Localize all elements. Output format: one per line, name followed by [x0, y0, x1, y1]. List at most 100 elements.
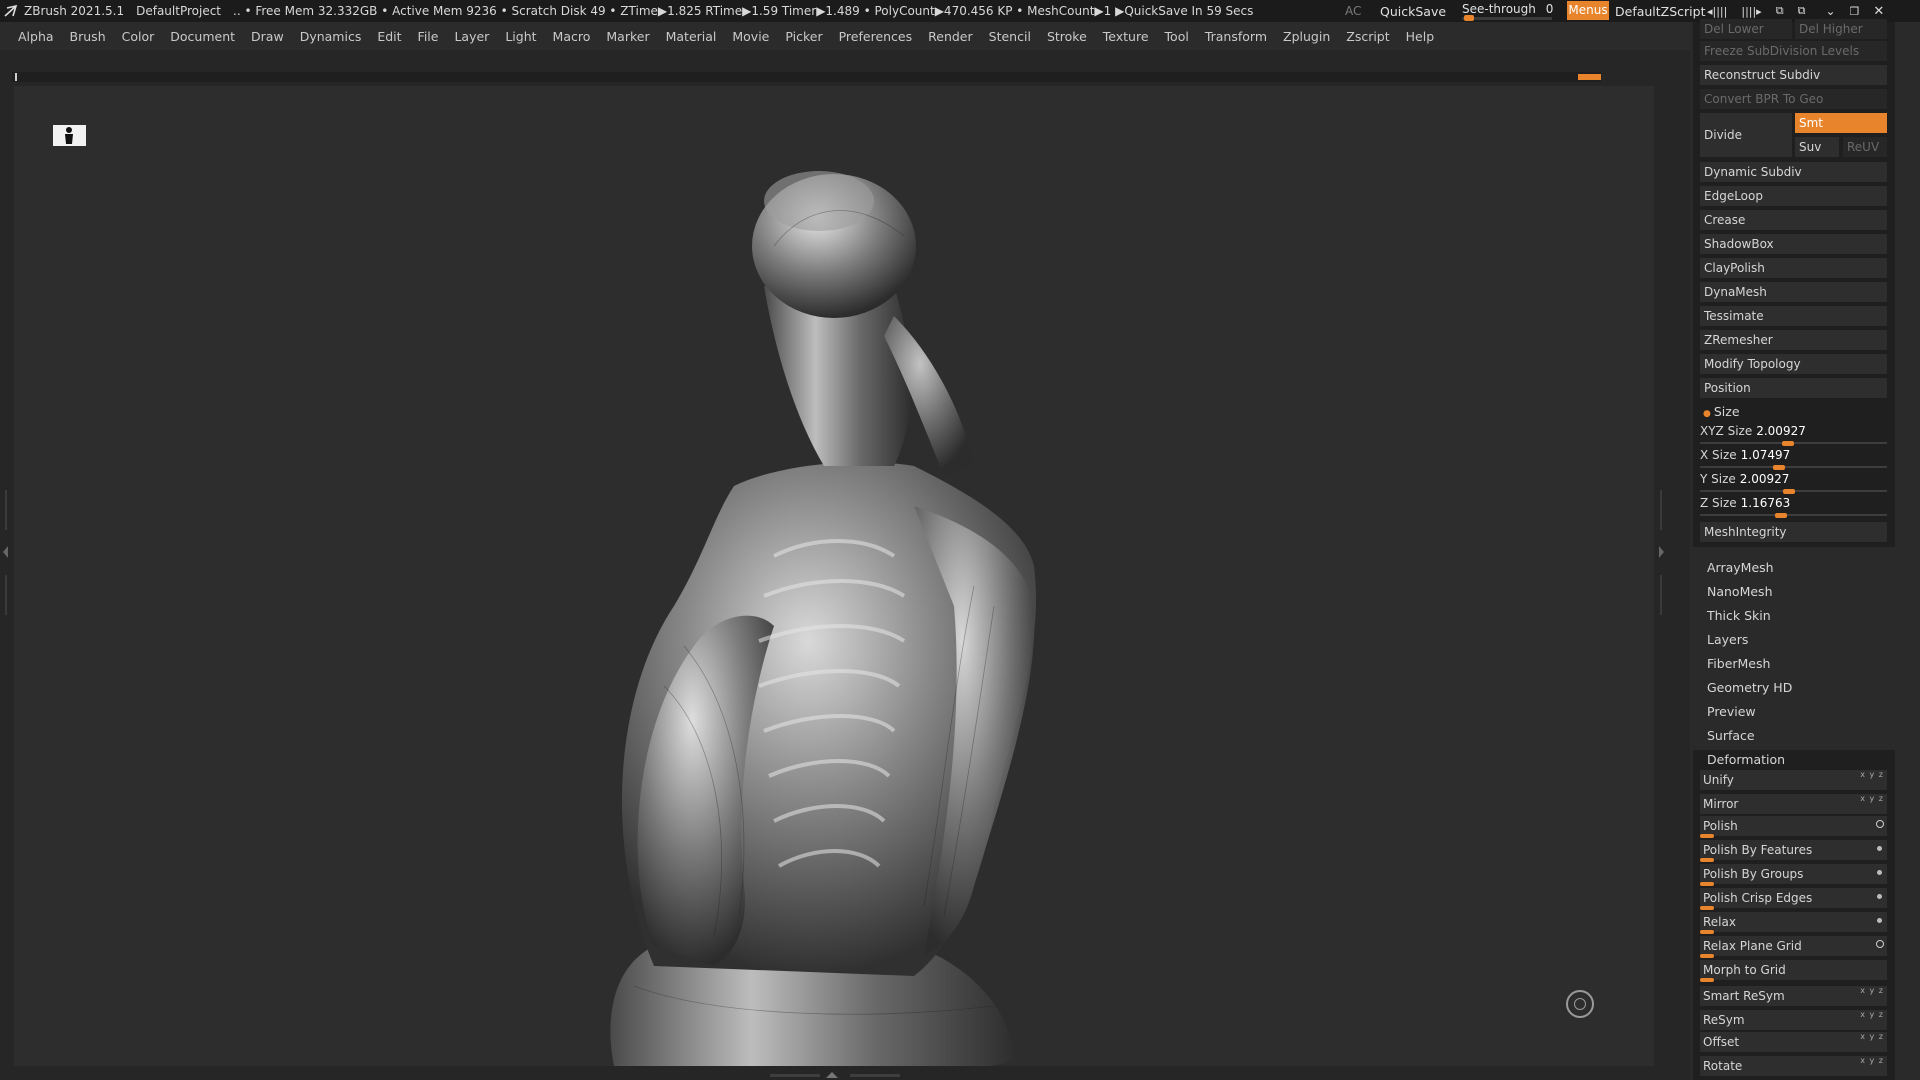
freeze-subdivision-button[interactable]: Freeze SubDivision Levels — [1700, 41, 1887, 61]
geometry-dynamic-subdiv-button[interactable]: Dynamic Subdiv — [1700, 162, 1887, 182]
menu-tool[interactable]: Tool — [1165, 29, 1189, 44]
suv-toggle[interactable]: Suv — [1795, 137, 1839, 157]
geometry-tessimate-button[interactable]: Tessimate — [1700, 306, 1887, 326]
quicksave-button[interactable]: QuickSave — [1380, 0, 1446, 22]
menu-stroke[interactable]: Stroke — [1047, 29, 1087, 44]
deformation-morph-to-grid[interactable]: Morph to Grid — [1700, 960, 1887, 982]
menu-marker[interactable]: Marker — [606, 29, 649, 44]
geometry-modify-topology-button[interactable]: Modify Topology — [1700, 354, 1887, 374]
deformation-unify[interactable]: Unify x y z — [1700, 770, 1887, 792]
deformation-polish-by-groups[interactable]: Polish By Groups — [1700, 864, 1887, 886]
geometry-shadowbox-button[interactable]: ShadowBox — [1700, 234, 1887, 254]
menu-brush[interactable]: Brush — [70, 29, 106, 44]
menu-stencil[interactable]: Stencil — [989, 29, 1031, 44]
deformation-title[interactable]: Deformation — [1707, 752, 1785, 767]
menu-texture[interactable]: Texture — [1103, 29, 1149, 44]
menu-zscript[interactable]: Zscript — [1346, 29, 1389, 44]
menu-macro[interactable]: Macro — [553, 29, 591, 44]
swap-layout-icon[interactable]: ⧉ — [1776, 4, 1784, 18]
xyz-axis-icon[interactable]: x y z — [1860, 1032, 1884, 1041]
reconstruct-subdiv-button[interactable]: Reconstruct Subdiv — [1700, 65, 1887, 85]
project-name[interactable]: DefaultProject — [136, 4, 221, 18]
size-slider-knob[interactable] — [1775, 513, 1787, 518]
menu-material[interactable]: Material — [666, 29, 717, 44]
subpalette-thick-skin[interactable]: Thick Skin — [1707, 608, 1771, 623]
xyz-axis-icon[interactable]: x y z — [1860, 794, 1884, 803]
geometry-crease-button[interactable]: Crease — [1700, 210, 1887, 230]
menu-document[interactable]: Document — [170, 29, 235, 44]
dot-icon[interactable] — [1877, 918, 1882, 923]
menu-render[interactable]: Render — [928, 29, 973, 44]
deformation-polish-crisp-edges[interactable]: Polish Crisp Edges — [1700, 888, 1887, 910]
deformation-relax-plane-grid[interactable]: Relax Plane Grid — [1700, 936, 1887, 958]
size-section-title[interactable]: ● Size — [1703, 404, 1740, 419]
deformation-polish[interactable]: Polish — [1700, 816, 1887, 838]
geometry-edgeloop-button[interactable]: EdgeLoop — [1700, 186, 1887, 206]
reuv-toggle[interactable]: ReUV — [1843, 137, 1887, 157]
menu-help[interactable]: Help — [1406, 29, 1435, 44]
geometry-claypolish-button[interactable]: ClayPolish — [1700, 258, 1887, 278]
perspective-figure-icon[interactable] — [53, 125, 86, 146]
menu-draw[interactable]: Draw — [251, 29, 284, 44]
meshintegrity-button[interactable]: MeshIntegrity — [1700, 522, 1887, 542]
right-tray-grip-icon[interactable] — [1658, 490, 1664, 615]
smt-toggle[interactable]: Smt — [1795, 113, 1887, 133]
deformation-relax[interactable]: Relax — [1700, 912, 1887, 934]
zscript-button[interactable]: DefaultZScript — [1615, 0, 1706, 22]
canvas-viewport[interactable] — [14, 86, 1654, 1080]
deformation-offset[interactable]: Offset x y z — [1700, 1032, 1887, 1054]
menu-edit[interactable]: Edit — [377, 29, 401, 44]
deformation-slider-knob[interactable] — [1700, 930, 1714, 934]
del-lower-button[interactable]: Del Lower — [1700, 19, 1792, 39]
layout-next-icon[interactable]: ||||▸ — [1741, 5, 1761, 18]
size-slider-knob[interactable] — [1782, 441, 1794, 446]
left-tray-grip-icon[interactable] — [3, 490, 9, 615]
geometry-position-button[interactable]: Position — [1700, 378, 1887, 398]
menu-layer[interactable]: Layer — [454, 29, 489, 44]
del-higher-button[interactable]: Del Higher — [1795, 19, 1887, 39]
menu-picker[interactable]: Picker — [785, 29, 822, 44]
size-slider[interactable]: Z Size 1.16763 — [1700, 496, 1887, 518]
deformation-polish-by-features[interactable]: Polish By Features — [1700, 840, 1887, 862]
timeline-marker[interactable] — [1578, 74, 1601, 80]
menu-preferences[interactable]: Preferences — [839, 29, 913, 44]
deformation-slider-knob[interactable] — [1700, 906, 1714, 910]
xyz-axis-icon[interactable]: x y z — [1860, 1056, 1884, 1065]
size-slider[interactable]: XYZ Size 2.00927 — [1700, 424, 1887, 446]
subpalette-preview[interactable]: Preview — [1707, 704, 1756, 719]
see-through-slider[interactable]: See-through 0 — [1462, 2, 1558, 21]
menu-transform[interactable]: Transform — [1205, 29, 1267, 44]
subpalette-fibermesh[interactable]: FiberMesh — [1707, 656, 1770, 671]
see-through-knob[interactable] — [1464, 15, 1474, 21]
menu-zplugin[interactable]: Zplugin — [1283, 29, 1330, 44]
maximize-icon[interactable]: ❐ — [1850, 5, 1860, 18]
dot-icon[interactable] — [1877, 870, 1882, 875]
layout-prev-icon[interactable]: ◂|||| — [1707, 5, 1727, 18]
size-slider[interactable]: Y Size 2.00927 — [1700, 472, 1887, 494]
subpalette-geometry-hd[interactable]: Geometry HD — [1707, 680, 1792, 695]
subpalette-layers[interactable]: Layers — [1707, 632, 1748, 647]
menu-file[interactable]: File — [418, 29, 439, 44]
menu-alpha[interactable]: Alpha — [18, 29, 54, 44]
convert-bpr-button[interactable]: Convert BPR To Geo — [1700, 89, 1887, 109]
deformation-slider-knob[interactable] — [1700, 882, 1714, 886]
minimize-icon[interactable]: ⌄ — [1825, 4, 1835, 18]
timeline-strip[interactable] — [12, 72, 1601, 82]
subpalette-surface[interactable]: Surface — [1707, 728, 1755, 743]
deformation-resym[interactable]: ReSym x y z — [1700, 1010, 1887, 1032]
dot-icon[interactable] — [1877, 894, 1882, 899]
menu-movie[interactable]: Movie — [732, 29, 769, 44]
geometry-zremesher-button[interactable]: ZRemesher — [1700, 330, 1887, 350]
deformation-slider-knob[interactable] — [1700, 978, 1714, 982]
size-slider-knob[interactable] — [1783, 489, 1795, 494]
geometry-dynamesh-button[interactable]: DynaMesh — [1700, 282, 1887, 302]
sculpt-model[interactable] — [14, 86, 1654, 1080]
deformation-smart-resym[interactable]: Smart ReSym x y z — [1700, 986, 1887, 1008]
default-layout-icon[interactable]: ⧉ — [1798, 4, 1806, 18]
dot-icon[interactable] — [1877, 846, 1882, 851]
menu-dynamics[interactable]: Dynamics — [300, 29, 362, 44]
menu-color[interactable]: Color — [122, 29, 155, 44]
close-icon[interactable]: ✕ — [1873, 4, 1884, 19]
bottom-tray-grip-icon[interactable] — [770, 1070, 900, 1080]
subpalette-nanomesh[interactable]: NanoMesh — [1707, 584, 1773, 599]
